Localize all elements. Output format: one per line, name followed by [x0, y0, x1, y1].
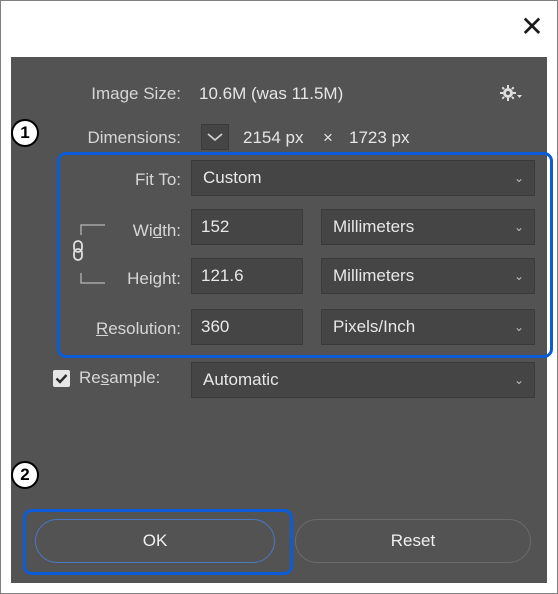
highlight-box-ok: [23, 509, 293, 575]
close-button[interactable]: ✕: [517, 13, 547, 41]
image-size-dialog: ✕ Image Size: 10.6M (was 11.5M) Dimensio…: [0, 0, 558, 594]
reset-button[interactable]: Reset: [295, 519, 531, 563]
dimensions-height: 1723 px: [349, 128, 410, 147]
highlight-box-fields: [57, 152, 553, 358]
chevron-down-icon: [207, 133, 223, 142]
resample-select[interactable]: Automatic ⌄: [191, 362, 535, 398]
checkmark-icon: [55, 374, 68, 384]
title-bar: ✕: [1, 1, 557, 53]
dimensions-label: Dimensions:: [87, 128, 181, 147]
callout-badge-1: 1: [11, 119, 39, 147]
resample-label: Resample:: [79, 368, 161, 387]
resample-checkbox[interactable]: [53, 370, 70, 387]
image-size-value: 10.6M (was 11.5M): [199, 84, 344, 103]
callout-badge-2: 2: [11, 461, 39, 489]
dimensions-times: ×: [323, 128, 333, 147]
dimensions-width: 2154 px: [243, 128, 304, 147]
gear-icon[interactable]: [499, 83, 523, 103]
chevron-down-icon: ⌄: [513, 373, 524, 387]
resample-value: Automatic: [203, 370, 279, 389]
dimensions-dropdown[interactable]: [201, 124, 229, 150]
image-size-label: Image Size:: [91, 84, 181, 103]
